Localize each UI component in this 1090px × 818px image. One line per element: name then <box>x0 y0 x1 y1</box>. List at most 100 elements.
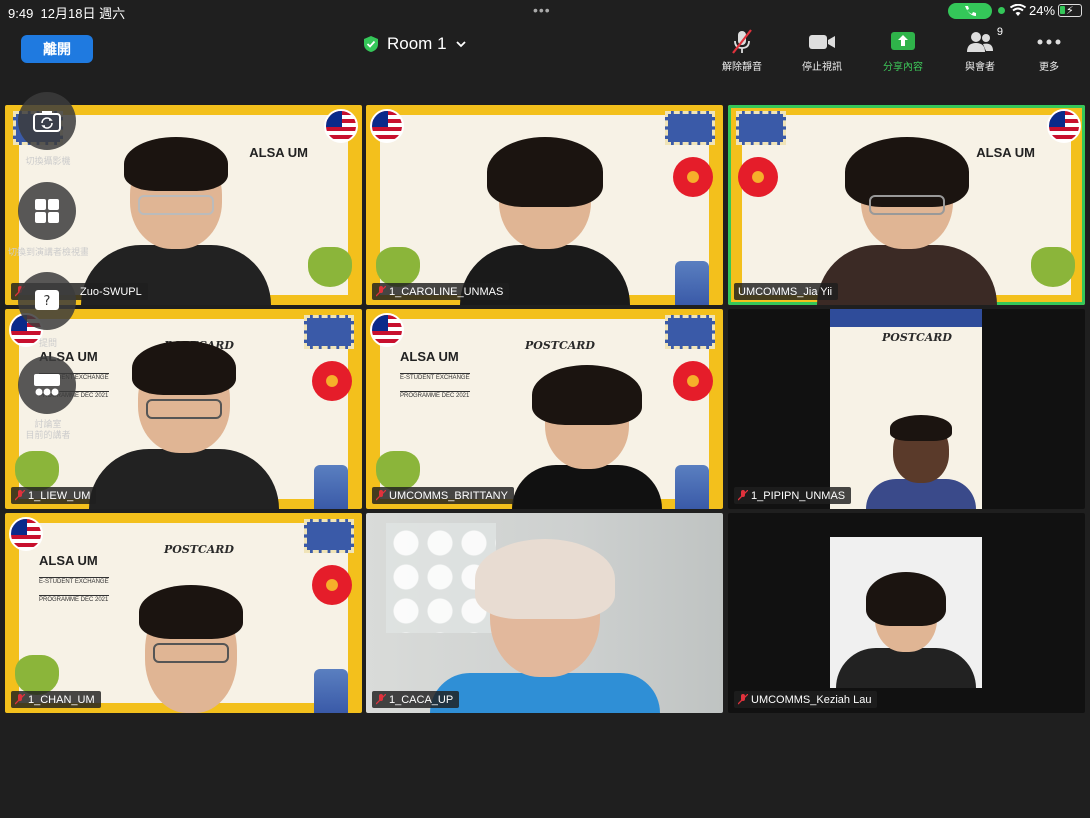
participant-name-tag: 1_CACA_UP <box>372 691 460 708</box>
room-name: Room 1 <box>387 34 447 53</box>
stamp-graphic <box>736 111 786 145</box>
profile-photo <box>830 537 982 688</box>
flower-graphic <box>312 361 352 401</box>
breakout-room-label: 討論室 目前的講者 <box>25 420 71 441</box>
meeting-toolbar: 離開 Room 1 解除靜音 停止視訊 分享內容 9 與會者 更多 <box>0 22 1090 94</box>
mic-in-use-indicator <box>998 7 1005 14</box>
stamp-graphic <box>304 315 354 349</box>
durian-graphic <box>376 451 420 491</box>
participant-video <box>459 137 630 305</box>
stop-video-button[interactable]: 停止視訊 <box>791 30 853 73</box>
background-line1: E-STUDENT EXCHANGE <box>400 373 470 381</box>
participant-video <box>81 137 272 305</box>
mic-muted-icon <box>738 490 748 501</box>
breakout-room-icon <box>34 374 60 396</box>
ios-status-bar: 9:49 12月18日 週六 ••• 24% ⚡ <box>0 0 1090 22</box>
flag-graphic <box>324 109 358 143</box>
participant-video <box>816 137 997 305</box>
participant-video <box>88 341 279 509</box>
durian-graphic <box>15 451 59 491</box>
room-selector[interactable]: Room 1 <box>363 34 467 54</box>
more-icon <box>1037 39 1061 45</box>
share-content-button[interactable]: 分享內容 <box>872 30 934 73</box>
switch-camera-label: 切換攝影機 <box>25 157 71 167</box>
durian-graphic <box>15 655 59 695</box>
multitasking-dots-icon[interactable]: ••• <box>533 2 551 18</box>
share-content-label: 分享內容 <box>883 62 923 73</box>
question-label: 提問 <box>38 339 57 349</box>
switch-camera-button[interactable] <box>18 92 76 150</box>
participant-count: 9 <box>996 26 1003 38</box>
unmute-label: 解除靜音 <box>722 62 762 73</box>
participant-name-tag: 1_LIEW_UM <box>11 487 97 504</box>
more-label: 更多 <box>1039 62 1059 73</box>
background-line2: PROGRAMME DEC 2021 <box>39 595 109 603</box>
mic-muted-icon <box>15 694 25 705</box>
shield-check-icon <box>364 36 378 52</box>
question-button[interactable]: ? <box>18 272 76 330</box>
mic-muted-icon <box>376 490 386 501</box>
switch-view-label: 切換到演講者檢視畫面 <box>8 248 88 258</box>
mic-muted-icon <box>732 29 752 54</box>
background-title: ALSA UM <box>400 349 459 364</box>
switch-view-button[interactable] <box>18 182 76 240</box>
video-tile-active-speaker[interactable]: ALSA UM UMCOMMS_Jia Yii <box>728 105 1085 305</box>
flag-graphic <box>370 109 404 143</box>
background-line1: E-STUDENT EXCHANGE <box>39 577 109 585</box>
participant-video <box>512 365 663 509</box>
tower-graphic <box>675 261 709 305</box>
unmute-button[interactable]: 解除靜音 <box>711 29 773 73</box>
video-tile[interactable]: POSTCARD ALSA UM E-STUDENT EXCHANGE PROG… <box>366 309 723 509</box>
participant-video <box>865 415 976 509</box>
participant-name-tag: 1_PIPIPN_UNMAS <box>734 487 852 504</box>
share-screen-icon <box>891 32 915 50</box>
participants-label: 與會者 <box>965 62 995 73</box>
video-tile[interactable]: 1_CACA_UP <box>366 513 723 713</box>
stamp-graphic <box>665 111 715 145</box>
participant-name-tag: UMCOMMS_Keziah Lau <box>734 691 878 708</box>
background-postcard: POSTCARD <box>882 331 952 344</box>
active-call-pill[interactable] <box>948 3 992 19</box>
camera-switch-icon <box>33 111 61 132</box>
participant-name-tag: 1_CHAN_UM <box>11 691 101 708</box>
video-tile[interactable]: UMCOMMS_Keziah Lau <box>728 513 1085 713</box>
background-postcard: POSTCARD <box>525 339 595 352</box>
chevron-down-icon <box>455 41 466 48</box>
background-postcard: POSTCARD <box>164 543 234 556</box>
svg-text:?: ? <box>44 294 51 309</box>
tower-graphic <box>314 465 348 509</box>
flower-graphic <box>312 565 352 605</box>
mic-muted-icon <box>738 694 748 705</box>
phone-icon <box>965 6 976 16</box>
stamp-graphic <box>304 519 354 553</box>
leave-button[interactable]: 離開 <box>21 35 93 63</box>
durian-graphic <box>308 247 352 287</box>
mic-muted-icon <box>376 694 386 705</box>
participant-name-tag: UMCOMMS_BRITTANY <box>372 487 514 504</box>
participant-name-tag: 1_CAROLINE_UNMAS <box>372 283 510 300</box>
battery-icon: ⚡ <box>1058 4 1082 17</box>
tower-graphic <box>314 669 348 713</box>
status-time: 9:49 12月18日 週六 <box>8 6 126 21</box>
flag-graphic <box>9 517 43 551</box>
tower-graphic <box>675 465 709 509</box>
more-button[interactable]: 更多 <box>1018 30 1080 73</box>
video-tile[interactable]: POSTCARD ALSA UM E-STUDENT EXCHANGE PROG… <box>5 513 362 713</box>
wifi-icon <box>1010 4 1026 16</box>
video-camera-icon <box>809 35 835 49</box>
stamp-graphic <box>665 315 715 349</box>
stop-video-label: 停止視訊 <box>802 62 842 73</box>
gallery-view-icon <box>35 199 59 223</box>
video-tile[interactable]: 1_CAROLINE_UNMAS <box>366 105 723 305</box>
participants-button[interactable]: 9 與會者 <box>949 26 1011 73</box>
breakout-room-button[interactable] <box>18 356 76 414</box>
participant-video <box>429 539 660 713</box>
video-tile[interactable]: POSTCARD 1_PIPIPN_UNMAS <box>728 309 1085 509</box>
flag-graphic <box>1047 109 1081 143</box>
background-line2: PROGRAMME DEC 2021 <box>400 391 470 399</box>
durian-graphic <box>1031 247 1075 287</box>
flower-graphic <box>673 361 713 401</box>
flag-graphic <box>370 313 404 347</box>
participants-icon <box>967 32 993 52</box>
participant-name-tag: UMCOMMS_Jia Yii <box>734 283 839 300</box>
